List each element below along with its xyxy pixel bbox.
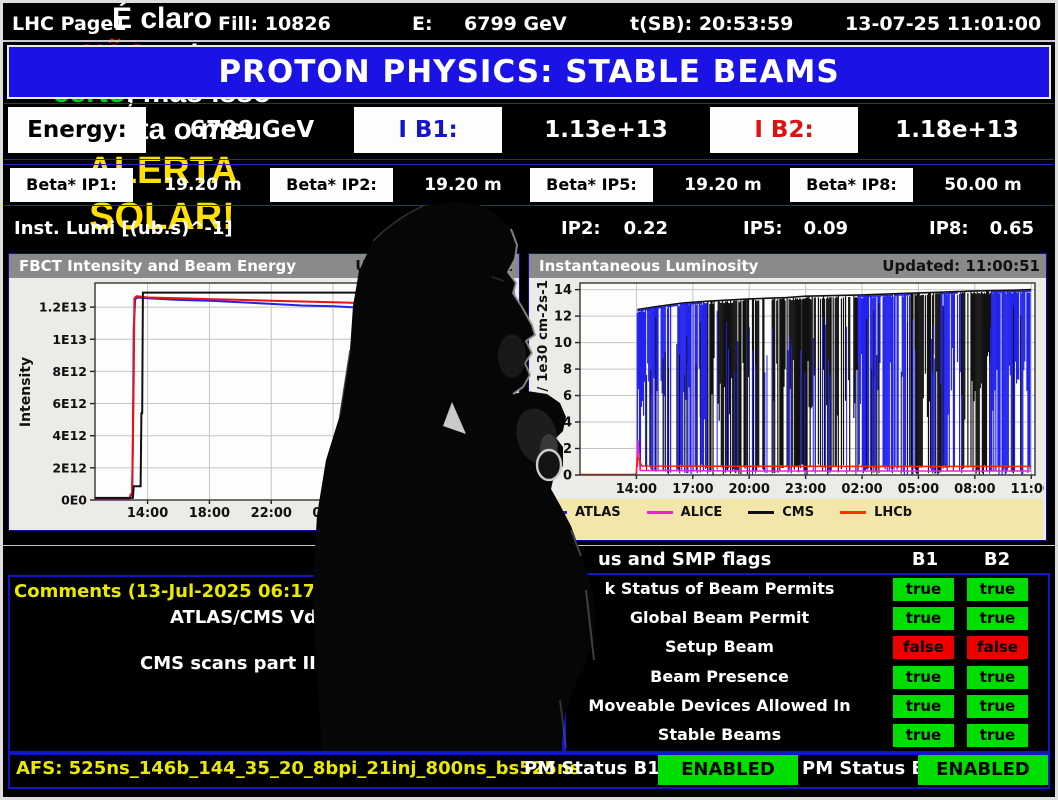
beta-ip1-value: 19.20 m — [138, 168, 268, 202]
svg-text:4E12: 4E12 — [52, 428, 87, 443]
legend-label: LHCb — [874, 505, 912, 520]
beta-ip8-value: 50.00 m — [918, 168, 1048, 202]
energy-value: 6799 GeV — [152, 107, 352, 153]
ip8-label: IP8: — [929, 210, 969, 248]
fill-number: Fill: 10826 — [218, 10, 331, 38]
svg-text:02:00: 02:00 — [841, 482, 882, 497]
beta-ip5-label-box: Beta* IP5: — [530, 168, 653, 202]
svg-text:08:00: 08:00 — [954, 482, 995, 497]
beam2-intensity-value: 1.18e+13 — [864, 107, 1050, 153]
smp-status-badge: false — [893, 636, 954, 659]
inst-lumi-label: Inst. Lumi [(ub.s)^-1] — [14, 210, 233, 248]
beam-mode-text: PROTON PHYSICS: STABLE BEAMS — [9, 47, 1049, 97]
svg-text:11:00: 11:00 — [1011, 482, 1044, 497]
svg-text:14:00: 14:00 — [616, 482, 657, 497]
beam2-intensity-label-box: I B2: — [710, 107, 858, 153]
ip8-value: 0.65 — [984, 210, 1034, 248]
legend-dash — [647, 511, 673, 514]
wrist-watch — [537, 450, 561, 480]
svg-text:6E12: 6E12 — [52, 396, 87, 411]
divider — [4, 103, 1054, 104]
luminosity-chart-updated: Updated: 11:00:51 — [882, 254, 1040, 278]
legend-item-lhcb: LHCb — [840, 505, 912, 520]
pm-status-b1-value: ENABLED — [658, 755, 798, 785]
smp-status-badge: true — [967, 578, 1028, 601]
svg-text:2E12: 2E12 — [52, 460, 87, 475]
beta-ip8-label-box: Beta* IP8: — [790, 168, 913, 202]
legend-dash — [748, 511, 774, 514]
legend-label: ALICE — [681, 505, 723, 520]
pm-status-b1-label: PM Status B1 — [524, 753, 660, 785]
ip2-value: 0.22 — [618, 210, 668, 248]
ip5-label: IP5: — [743, 210, 783, 248]
svg-text:1.2E13: 1.2E13 — [39, 300, 87, 315]
svg-text:0E0: 0E0 — [61, 493, 87, 508]
pm-status-b2-value: ENABLED — [918, 755, 1048, 785]
legend-item-alice: ALICE — [647, 505, 723, 520]
energy-label-box: Energy: — [8, 107, 146, 153]
afs-filling-scheme: AFS: 525ns_146b_144_35_20_8bpi_21inj_800… — [16, 753, 580, 785]
svg-text:20:00: 20:00 — [729, 482, 770, 497]
smp-status-badge: true — [967, 724, 1028, 747]
smp-status-badge: true — [893, 695, 954, 718]
smp-status-badge: false — [967, 636, 1028, 659]
smp-status-badge: true — [893, 607, 954, 630]
energy-short-label: E: — [412, 10, 433, 38]
topbar-separator — [3, 40, 1055, 42]
page-title: LHC Page1 — [12, 10, 127, 38]
fbct-chart-title: FBCT Intensity and Beam Energy — [19, 254, 296, 278]
beam1-intensity-label-box: I B1: — [354, 107, 502, 153]
smp-status-badge: true — [893, 666, 954, 689]
smp-status-badge: true — [893, 578, 954, 601]
svg-text:Intensity: Intensity — [18, 357, 34, 427]
time-in-stable-beams: t(SB): 20:53:59 — [630, 10, 793, 38]
smp-status-badge: true — [967, 607, 1028, 630]
svg-text:14:00: 14:00 — [127, 506, 168, 521]
lhc-page1-screen: LHC Page1 Fill: 10826 E: 6799 GeV t(SB):… — [0, 0, 1058, 800]
svg-text:8E12: 8E12 — [52, 364, 87, 379]
smp-status-badge: true — [967, 695, 1028, 718]
divider — [4, 159, 1054, 160]
smp-status-badge: true — [893, 724, 954, 747]
svg-text:05:00: 05:00 — [898, 482, 939, 497]
thinking-man-silhouette — [278, 198, 618, 751]
legend-label: CMS — [782, 505, 814, 520]
beta-ip1-label-box: Beta* IP1: — [10, 168, 133, 202]
svg-text:18:00: 18:00 — [189, 506, 230, 521]
smp-flags-header: us and SMP flags — [598, 547, 771, 573]
legend-dash — [840, 511, 866, 514]
svg-text:1E13: 1E13 — [52, 332, 87, 347]
datetime: 13-07-25 11:01:00 — [845, 10, 1041, 38]
smp-b2-column-header: B2 — [972, 547, 1022, 573]
smp-status-badge: true — [967, 666, 1028, 689]
comments-header: Comments (13-Jul-2025 06:17 — [14, 581, 315, 602]
beam1-intensity-value: 1.13e+13 — [508, 107, 704, 153]
smp-b1-column-header: B1 — [900, 547, 950, 573]
energy-short-value: 6799 GeV — [464, 10, 567, 38]
svg-text:17:00: 17:00 — [672, 482, 713, 497]
beta-ip2-label-box: Beta* IP2: — [270, 168, 393, 202]
beta-ip5-value: 19.20 m — [658, 168, 788, 202]
svg-text:23:00: 23:00 — [785, 482, 826, 497]
beta-ip2-value: 19.20 m — [398, 168, 528, 202]
legend-item-cms: CMS — [748, 505, 814, 520]
divider — [4, 164, 1054, 165]
beam-mode-banner: PROTON PHYSICS: STABLE BEAMS — [7, 45, 1051, 99]
ip5-value: 0.09 — [798, 210, 848, 248]
